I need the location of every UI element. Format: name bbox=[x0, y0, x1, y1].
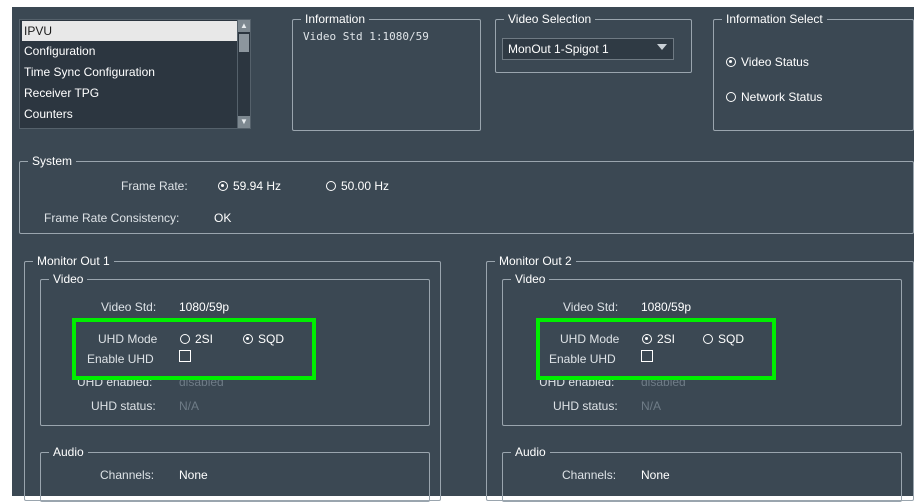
video-selection-title: Video Selection bbox=[504, 12, 596, 26]
monitor-out-2-group: Monitor Out 2 Video Video Std: 1080/59p … bbox=[486, 254, 914, 502]
uhd-settings-highlight-2 bbox=[536, 318, 776, 380]
list-item-ipvu[interactable]: IPVU bbox=[22, 21, 244, 41]
mo2-uhd-status-label: UHD status: bbox=[553, 399, 618, 413]
monitor-out-2-audio-title: Audio bbox=[511, 445, 550, 459]
monitor-out-1-group: Monitor Out 1 Video Video Std: 1080/59p … bbox=[24, 254, 441, 502]
mo1-uhd-status-value: N/A bbox=[179, 399, 200, 413]
information-text: Video Std 1:1080/59 bbox=[303, 30, 429, 43]
mo2-video-std-value: 1080/59p bbox=[641, 300, 692, 314]
nav-list[interactable]: IPVU Configuration Time Sync Configurati… bbox=[19, 19, 251, 129]
frame-rate-5994-label[interactable]: 59.94 Hz bbox=[233, 179, 281, 193]
mo1-channels-label: Channels: bbox=[100, 468, 155, 482]
monitor-out-1-audio-title: Audio bbox=[49, 445, 88, 459]
chevron-down-icon bbox=[657, 44, 667, 50]
monitor-out-2-audio-group: Audio Channels: None bbox=[502, 445, 902, 502]
monitor-out-1-title: Monitor Out 1 bbox=[33, 254, 114, 268]
list-item-receiver-tpg[interactable]: Receiver TPG bbox=[22, 83, 244, 103]
ipvu-panel: IPVU Configuration Time Sync Configurati… bbox=[12, 7, 914, 502]
information-group: Information Video Std 1:1080/59 bbox=[292, 12, 481, 131]
system-group: System Frame Rate: 59.94 Hz 50.00 Hz Fra… bbox=[19, 154, 914, 234]
monitor-out-2-title: Monitor Out 2 bbox=[495, 254, 576, 268]
information-title: Information bbox=[301, 12, 370, 26]
mo2-channels-value: None bbox=[641, 468, 670, 482]
frame-rate-consistency-value: OK bbox=[214, 211, 232, 225]
mo1-video-std-label: Video Std: bbox=[101, 300, 157, 314]
list-scrollbar[interactable]: ▲ ▼ bbox=[237, 20, 250, 128]
video-status-label[interactable]: Video Status bbox=[741, 55, 809, 69]
scroll-down-icon[interactable]: ▼ bbox=[238, 116, 250, 128]
video-selection-dropdown[interactable]: MonOut 1-Spigot 1 bbox=[502, 38, 674, 60]
frame-rate-5000-label[interactable]: 50.00 Hz bbox=[341, 179, 389, 193]
information-select-title: Information Select bbox=[722, 12, 827, 26]
monitor-out-1-video-title: Video bbox=[49, 272, 88, 286]
network-status-label[interactable]: Network Status bbox=[741, 90, 822, 104]
list-item-time-sync-configuration[interactable]: Time Sync Configuration bbox=[22, 62, 244, 82]
mo2-uhd-status-value: N/A bbox=[641, 399, 662, 413]
monitor-out-1-audio-group: Audio Channels: None bbox=[40, 445, 430, 502]
mo1-video-std-value: 1080/59p bbox=[179, 300, 230, 314]
information-select-group: Information Select Video Status Network … bbox=[713, 12, 914, 131]
video-selection-value: MonOut 1-Spigot 1 bbox=[508, 42, 609, 56]
radio-frame-rate-5994[interactable] bbox=[218, 181, 228, 191]
mo1-uhd-status-label: UHD status: bbox=[91, 399, 156, 413]
mo1-channels-value: None bbox=[179, 468, 208, 482]
radio-frame-rate-5000[interactable] bbox=[326, 181, 336, 191]
radio-network-status[interactable] bbox=[726, 92, 736, 102]
list-item-configuration[interactable]: Configuration bbox=[22, 41, 244, 61]
frame-rate-consistency-label: Frame Rate Consistency: bbox=[44, 211, 180, 225]
monitor-out-2-video-title: Video bbox=[511, 272, 550, 286]
scroll-thumb[interactable] bbox=[239, 34, 249, 52]
frame-rate-label: Frame Rate: bbox=[121, 179, 188, 193]
list-item-counters[interactable]: Counters bbox=[22, 104, 244, 124]
scroll-up-icon[interactable]: ▲ bbox=[238, 20, 250, 32]
radio-video-status[interactable] bbox=[726, 57, 736, 67]
video-selection-group: Video Selection MonOut 1-Spigot 1 bbox=[495, 12, 692, 73]
system-title: System bbox=[28, 154, 77, 168]
uhd-settings-highlight-1 bbox=[72, 318, 316, 380]
mo2-channels-label: Channels: bbox=[562, 468, 617, 482]
mo2-video-std-label: Video Std: bbox=[563, 300, 619, 314]
